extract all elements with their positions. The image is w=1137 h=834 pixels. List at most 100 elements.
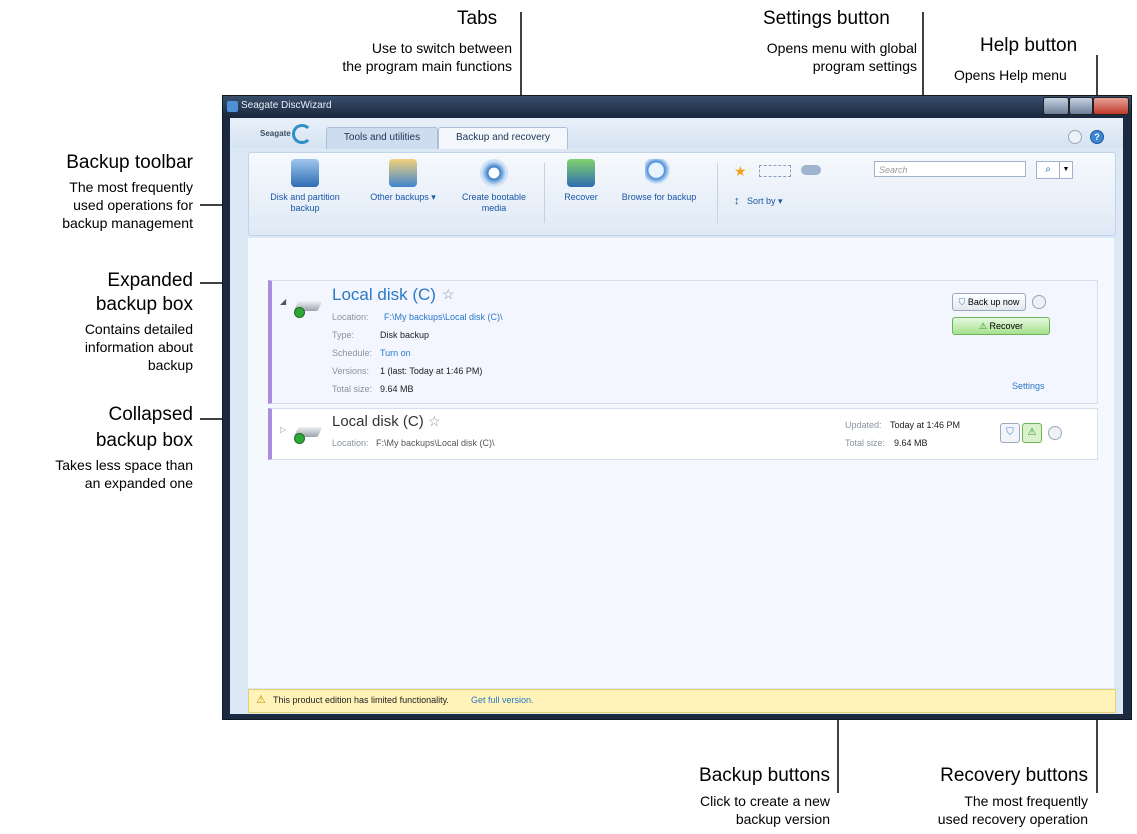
title-bar[interactable]: Seagate DiscWizard bbox=[223, 96, 1131, 118]
backup-buttons-annotation-desc: Click to create a new bbox=[700, 793, 830, 809]
browse-for-backup-button[interactable]: Browse for backup bbox=[611, 159, 707, 203]
toolbar-separator bbox=[544, 163, 545, 223]
expanded-annotation-title: backup box bbox=[95, 294, 193, 315]
back-up-now-icon-button[interactable]: ⛉ bbox=[1000, 423, 1020, 443]
collapse-arrow-icon[interactable]: ◢ bbox=[280, 297, 286, 306]
location-value: F:\My backups\Local disk (C)\ bbox=[376, 438, 495, 448]
recover-icon bbox=[567, 159, 595, 187]
close-button[interactable] bbox=[1093, 97, 1129, 115]
tabs-annotation-desc: the program main functions bbox=[342, 58, 512, 74]
collapsed-backup-box[interactable]: ▷ Local disk (C) ☆ Location: F:\My backu… bbox=[268, 408, 1098, 460]
status-bar: ⚠ This product edition has limited funct… bbox=[248, 689, 1116, 713]
updated-value: Today at 1:46 PM bbox=[890, 420, 961, 430]
tab-bar: Seagate Tools and utilities Backup and r… bbox=[230, 118, 1123, 149]
favorite-star-icon[interactable]: ★ bbox=[734, 163, 747, 180]
disk-backup-icon bbox=[291, 159, 319, 187]
collapsed-annotation-desc: Takes less space than bbox=[55, 457, 193, 473]
bootable-media-icon bbox=[480, 159, 508, 187]
favorite-star-icon[interactable]: ☆ bbox=[428, 413, 441, 430]
help-annotation-desc: Opens Help menu bbox=[954, 67, 1067, 83]
collapsed-annotation-title: Collapsed bbox=[108, 404, 194, 425]
backup-list: ◢ Local disk (C) ☆ Location: F:\My backu… bbox=[248, 238, 1114, 688]
app-window: Seagate DiscWizard Seagate Tools and uti… bbox=[222, 95, 1132, 720]
disk-partition-backup-button[interactable]: Disk and partition backup bbox=[259, 159, 351, 214]
schedule-label: Schedule: bbox=[332, 348, 373, 358]
toolbar-separator bbox=[717, 163, 718, 223]
recover-icon-button[interactable]: ⚠ bbox=[1022, 423, 1042, 443]
search-dropdown-icon[interactable]: ▼ bbox=[1059, 161, 1073, 179]
other-backups-icon bbox=[389, 159, 417, 187]
tab-backup-and-recovery[interactable]: Backup and recovery bbox=[438, 127, 568, 149]
app-icon bbox=[227, 101, 238, 112]
expanded-annotation-desc: backup bbox=[147, 357, 193, 373]
settings-annotation-title: Settings button bbox=[763, 8, 890, 29]
tab-tools-and-utilities[interactable]: Tools and utilities bbox=[326, 127, 438, 149]
favorite-star-icon[interactable]: ☆ bbox=[442, 286, 455, 303]
get-full-version-link[interactable]: Get full version. bbox=[471, 695, 534, 705]
status-message: This product edition has limited functio… bbox=[273, 695, 449, 705]
backup-toolbar: Disk and partition backup Other backups … bbox=[248, 152, 1116, 236]
recover-button[interactable]: ⚠ Recover bbox=[952, 317, 1050, 335]
toolbar-annotation-desc: used operations for bbox=[73, 197, 193, 213]
collapsed-annotation-title: backup box bbox=[95, 430, 193, 451]
backup-settings-gear-icon[interactable] bbox=[1032, 295, 1046, 309]
schedule-turn-on-link[interactable]: Turn on bbox=[380, 348, 411, 358]
expand-arrow-icon[interactable]: ▷ bbox=[280, 425, 286, 434]
help-icon[interactable]: ? bbox=[1090, 130, 1104, 144]
toolbar-annotation-desc: The most frequently bbox=[69, 179, 193, 195]
warning-icon: ⚠ bbox=[256, 694, 266, 706]
expanded-backup-box[interactable]: ◢ Local disk (C) ☆ Location: F:\My backu… bbox=[268, 280, 1098, 404]
versions-value: 1 (last: Today at 1:46 PM) bbox=[380, 366, 483, 376]
other-backups-button[interactable]: Other backups ▾ bbox=[359, 159, 447, 203]
location-label: Location: bbox=[332, 312, 369, 322]
recovery-buttons-annotation-title: Recovery buttons bbox=[940, 765, 1088, 786]
settings-annotation-desc: Opens menu with global bbox=[766, 40, 917, 56]
expanded-annotation-desc: Contains detailed bbox=[84, 321, 193, 337]
collapse-expand-icon[interactable] bbox=[759, 165, 791, 177]
settings-gear-icon[interactable] bbox=[1068, 130, 1082, 144]
expanded-annotation-title: Expanded bbox=[107, 270, 193, 291]
backup-status-icon bbox=[294, 433, 305, 444]
recover-icon: ⚠ bbox=[978, 321, 988, 331]
search-icon[interactable]: ⌕ bbox=[1036, 161, 1060, 179]
backup-icon: ⛉ bbox=[958, 297, 966, 307]
window-client: Seagate Tools and utilities Backup and r… bbox=[230, 118, 1123, 714]
maximize-button[interactable] bbox=[1069, 97, 1093, 115]
back-up-now-button[interactable]: ⛉ Back up now bbox=[952, 293, 1026, 311]
location-value[interactable]: F:\My backups\Local disk (C)\ bbox=[384, 312, 503, 322]
versions-label: Versions: bbox=[332, 366, 370, 376]
settings-annotation-desc: program settings bbox=[812, 58, 917, 74]
recovery-buttons-annotation-desc: used recovery operation bbox=[937, 811, 1088, 827]
backup-status-icon bbox=[294, 307, 305, 318]
minimize-button[interactable] bbox=[1043, 97, 1069, 115]
sort-by-button[interactable]: Sort by ▾ bbox=[747, 196, 783, 207]
backup-buttons-annotation-title: Backup buttons bbox=[699, 765, 830, 786]
backup-settings-gear-icon[interactable] bbox=[1048, 426, 1062, 440]
expanded-annotation-desc: information about bbox=[84, 339, 193, 355]
magnifier-icon bbox=[645, 159, 673, 187]
updated-label: Updated: bbox=[845, 420, 882, 430]
seagate-logo-icon bbox=[292, 124, 312, 144]
sort-icon: ↕ bbox=[734, 195, 740, 207]
settings-link[interactable]: Settings bbox=[1012, 381, 1045, 391]
type-label: Type: bbox=[332, 330, 355, 340]
backup-title[interactable]: Local disk (C) bbox=[332, 413, 424, 430]
collapsed-annotation-desc: an expanded one bbox=[84, 475, 193, 491]
backup-title[interactable]: Local disk (C) bbox=[332, 285, 436, 305]
toolbar-annotation-title: Backup toolbar bbox=[66, 152, 193, 173]
size-value: 9.64 MB bbox=[380, 384, 414, 394]
recover-toolbar-button[interactable]: Recover bbox=[554, 159, 608, 203]
type-value: Disk backup bbox=[380, 330, 430, 340]
create-bootable-media-button[interactable]: Create bootable media bbox=[454, 159, 534, 214]
location-label: Location: bbox=[332, 438, 369, 448]
recovery-buttons-annotation-desc: The most frequently bbox=[964, 793, 1088, 809]
tabs-annotation-desc: Use to switch between bbox=[371, 40, 512, 56]
size-label: Total size: bbox=[845, 438, 886, 448]
help-annotation-title: Help button bbox=[980, 35, 1078, 56]
size-label: Total size: bbox=[332, 384, 373, 394]
window-title: Seagate DiscWizard bbox=[241, 100, 332, 111]
tabs-annotation-title: Tabs bbox=[457, 8, 498, 29]
backup-buttons-annotation-desc: backup version bbox=[735, 811, 830, 827]
filter-icon[interactable] bbox=[801, 165, 821, 175]
search-input[interactable]: Search bbox=[874, 161, 1026, 177]
